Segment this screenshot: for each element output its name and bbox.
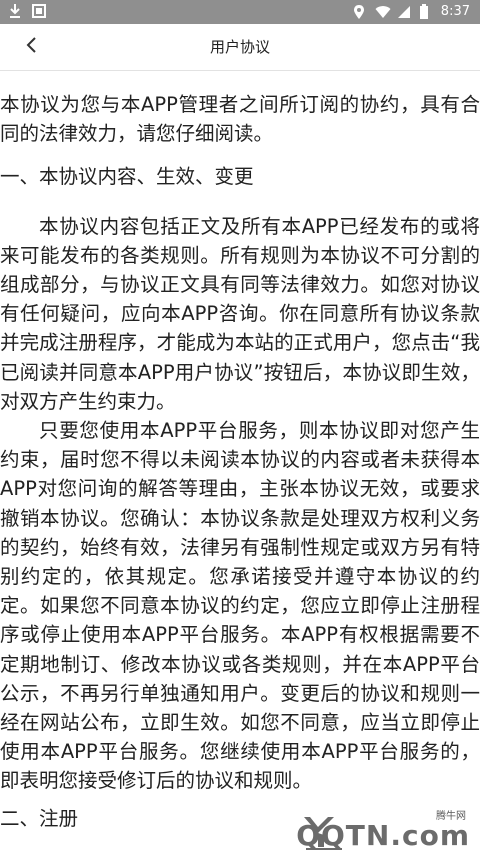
page-title: 用户协议 [209,38,270,56]
status-left-icons [8,3,46,19]
back-button[interactable] [16,32,48,62]
section1-heading: 一、本协议内容、生效、变更 [0,165,254,189]
signal-icon [397,4,411,20]
app-header: 用户协议 [0,24,480,71]
chevron-left-icon [25,36,39,58]
watermark-brand-text: QQTN.com [296,819,470,852]
status-time: 8:37 [440,4,470,19]
watermark: 腾牛网 QQTN.com [296,807,474,853]
battery-icon [419,4,433,20]
wifi-icon [375,4,391,20]
section1-paragraph-1: 本协议内容包括正文及所有本APP已经发布的或将来可能发布的各类规则。所有规则为本… [0,214,480,413]
section1-paragraph-2: 只要您使用本APP平台服务，则本协议即对您产生约束，届时您不得以未阅读本协议的内… [0,419,480,793]
status-right-icons: 8:37 [353,3,470,21]
intro-paragraph: 本协议为您与本APP管理者之间所订阅的协约，具有合同的法律效力，请您仔细阅读。 [0,93,480,146]
download-icon [8,3,22,19]
image-icon [32,3,46,19]
location-icon [353,4,367,20]
agreement-content: 本协议为您与本APP管理者之间所订阅的协约，具有合同的法律效力，请您仔细阅读。 … [0,90,480,833]
status-bar: 8:37 [0,0,480,24]
